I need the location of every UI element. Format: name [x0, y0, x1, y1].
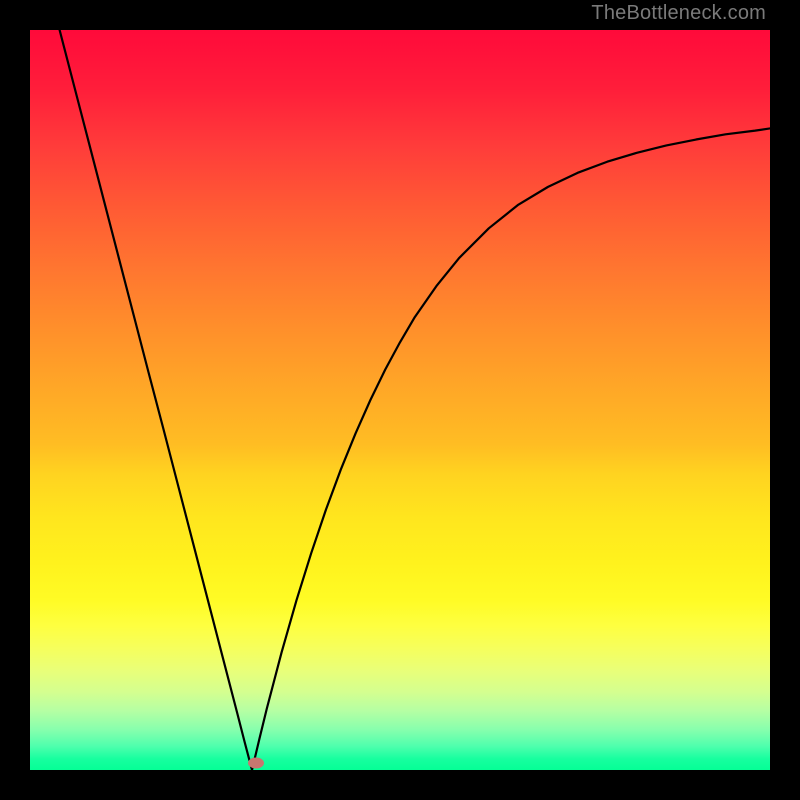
watermark-text: TheBottleneck.com [591, 2, 766, 25]
minimum-marker [248, 757, 264, 768]
plot-area [30, 30, 770, 770]
chart-frame: TheBottleneck.com [0, 0, 800, 800]
curve-layer [30, 30, 770, 770]
bottleneck-curve [60, 30, 770, 770]
